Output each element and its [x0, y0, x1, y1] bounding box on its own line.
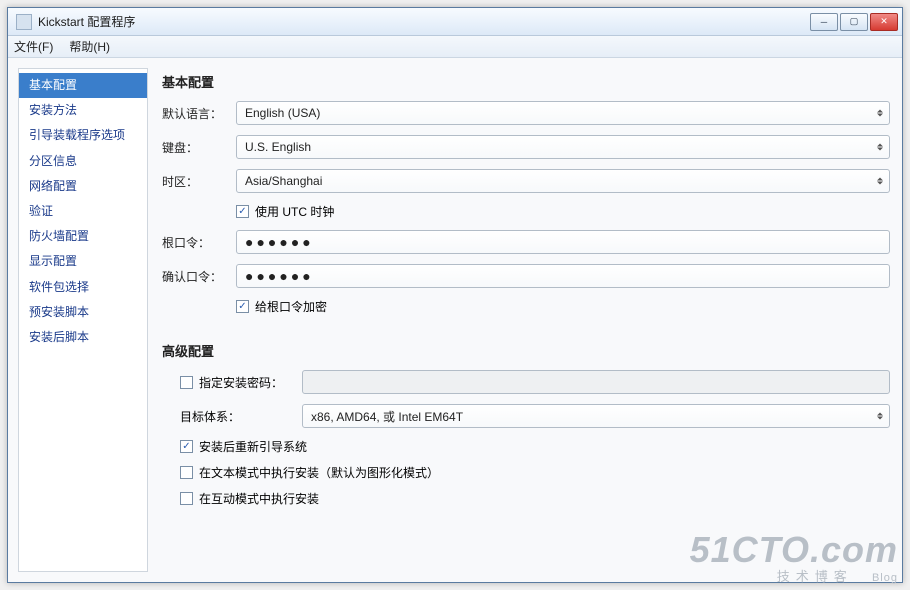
sidebar-item-install-method[interactable]: 安装方法	[19, 98, 147, 123]
sidebar-item-post-script[interactable]: 安装后脚本	[19, 325, 147, 350]
basic-section-title: 基本配置	[162, 72, 890, 91]
window-controls: ─ ▢ ✕	[810, 13, 898, 31]
encrypt-label: 给根口令加密	[255, 298, 327, 315]
window-title: Kickstart 配置程序	[36, 13, 135, 30]
interactive-checkbox[interactable]	[180, 492, 193, 505]
installpw-checkbox[interactable]	[180, 376, 193, 389]
sidebar-item-packages[interactable]: 软件包选择	[19, 275, 147, 300]
lang-label: 默认语言：	[162, 105, 236, 122]
keyboard-value: U.S. English	[245, 140, 311, 154]
installpw-input[interactable]	[302, 370, 890, 394]
arch-select[interactable]: x86, AMD64, 或 Intel EM64T	[302, 404, 890, 428]
menu-help[interactable]: 帮助(H)	[69, 38, 110, 55]
timezone-value: Asia/Shanghai	[245, 174, 322, 188]
advanced-section-title: 高级配置	[162, 341, 890, 360]
sidebar-item-auth[interactable]: 验证	[19, 199, 147, 224]
rootpw-label: 根口令：	[162, 234, 236, 251]
utc-label: 使用 UTC 时钟	[255, 203, 334, 220]
dropdown-icon	[877, 413, 883, 420]
keyboard-label: 键盘：	[162, 139, 236, 156]
rootpw-input[interactable]: ●●●●●●	[236, 230, 890, 254]
sidebar: 基本配置 安装方法 引导装载程序选项 分区信息 网络配置 验证 防火墙配置 显示…	[18, 68, 148, 572]
encrypt-checkbox[interactable]	[236, 300, 249, 313]
textmode-label: 在文本模式中执行安装（默认为图形化模式）	[199, 464, 439, 481]
sidebar-item-basic[interactable]: 基本配置	[19, 73, 147, 98]
lang-value: English (USA)	[245, 106, 320, 120]
reboot-label: 安装后重新引导系统	[199, 438, 307, 455]
timezone-select[interactable]: Asia/Shanghai	[236, 169, 890, 193]
textmode-checkbox[interactable]	[180, 466, 193, 479]
arch-value: x86, AMD64, 或 Intel EM64T	[311, 408, 463, 425]
main-panel: 基本配置 默认语言： English (USA) 键盘： U.S. Englis…	[162, 68, 892, 572]
minimize-button[interactable]: ─	[810, 13, 838, 31]
dropdown-icon	[877, 178, 883, 185]
keyboard-select[interactable]: U.S. English	[236, 135, 890, 159]
menu-file[interactable]: 文件(F)	[14, 38, 53, 55]
reboot-checkbox[interactable]	[180, 440, 193, 453]
sidebar-item-firewall[interactable]: 防火墙配置	[19, 224, 147, 249]
content-area: 基本配置 安装方法 引导装载程序选项 分区信息 网络配置 验证 防火墙配置 显示…	[8, 58, 902, 582]
confirmpw-input[interactable]: ●●●●●●	[236, 264, 890, 288]
app-window: Kickstart 配置程序 ─ ▢ ✕ 文件(F) 帮助(H) 基本配置 安装…	[7, 7, 903, 583]
sidebar-item-display[interactable]: 显示配置	[19, 249, 147, 274]
dropdown-icon	[877, 110, 883, 117]
sidebar-item-pre-script[interactable]: 预安装脚本	[19, 300, 147, 325]
utc-checkbox[interactable]	[236, 205, 249, 218]
close-button[interactable]: ✕	[870, 13, 898, 31]
sidebar-item-partition[interactable]: 分区信息	[19, 149, 147, 174]
interactive-label: 在互动模式中执行安装	[199, 490, 319, 507]
sidebar-item-network[interactable]: 网络配置	[19, 174, 147, 199]
app-icon	[16, 14, 32, 30]
title-bar: Kickstart 配置程序 ─ ▢ ✕	[8, 8, 902, 36]
installpw-label: 指定安装密码：	[199, 374, 283, 391]
timezone-label: 时区：	[162, 173, 236, 190]
menu-bar: 文件(F) 帮助(H)	[8, 36, 902, 58]
arch-label: 目标体系：	[180, 408, 240, 425]
sidebar-item-bootloader[interactable]: 引导装载程序选项	[19, 123, 147, 148]
confirmpw-label: 确认口令：	[162, 268, 236, 285]
rootpw-mask: ●●●●●●	[245, 235, 314, 249]
maximize-button[interactable]: ▢	[840, 13, 868, 31]
lang-select[interactable]: English (USA)	[236, 101, 890, 125]
confirmpw-mask: ●●●●●●	[245, 269, 314, 283]
dropdown-icon	[877, 144, 883, 151]
